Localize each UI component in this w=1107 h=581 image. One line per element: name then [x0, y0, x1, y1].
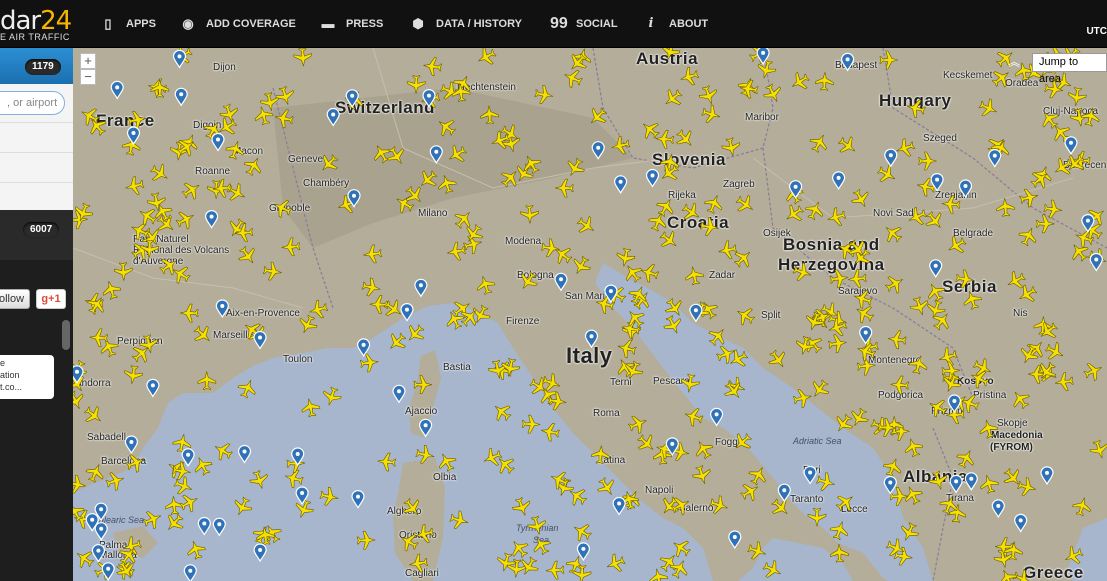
- country-label: France: [96, 111, 155, 130]
- info-box[interactable]: e ation t.co...: [0, 355, 54, 399]
- city-label: Maribor: [745, 112, 779, 123]
- city-label: Sarajevo: [838, 286, 878, 297]
- city-label: Napoli: [645, 485, 674, 496]
- nav-apps[interactable]: ▯ APPS: [100, 14, 156, 34]
- utc-clock: UTC: [1086, 26, 1107, 37]
- city-label: Milano: [418, 208, 448, 219]
- eye-icon: ◉: [182, 16, 194, 31]
- nav-social[interactable]: 99 SOCIAL: [550, 14, 618, 34]
- city-label: Zagreb: [723, 179, 755, 190]
- city-label: Ajaccio: [405, 406, 438, 417]
- info-line: t.co...: [0, 382, 23, 392]
- chevron-up-icon[interactable]: ︽: [1006, 54, 1022, 70]
- info-icon: i: [648, 16, 654, 31]
- city-label: Osijek: [763, 228, 791, 239]
- city-label: Sabadell: [87, 432, 126, 443]
- jump-to-area-button[interactable]: Jump to area: [1032, 53, 1107, 85]
- city-label: (FYROM): [990, 442, 1033, 453]
- nav-social-label: SOCIAL: [576, 18, 618, 30]
- city-label: Terni: [610, 377, 632, 388]
- city-label: Chambéry: [303, 178, 350, 189]
- city-label: Split: [761, 310, 781, 321]
- city-label: Firenze: [506, 316, 540, 327]
- flight-map[interactable]: France Switzerland Austria Hungary Slove…: [73, 48, 1107, 581]
- nav-about[interactable]: i ABOUT: [643, 14, 709, 34]
- city-label: Nis: [1013, 308, 1028, 319]
- total-panel: 6007: [0, 210, 73, 260]
- zoom-out-button[interactable]: −: [80, 69, 96, 85]
- list-item[interactable]: [0, 122, 73, 152]
- scrollbar[interactable]: [62, 320, 70, 350]
- flight-count-badge: 1179: [25, 59, 61, 75]
- city-label: Pristina: [973, 390, 1007, 401]
- country-label: Greece: [1023, 563, 1084, 581]
- zoom-in-button[interactable]: +: [80, 53, 96, 69]
- city-label: Belgrade: [953, 228, 994, 239]
- city-label: Szeged: [923, 133, 957, 144]
- total-count-badge: 6007: [23, 222, 60, 238]
- city-label: Roma: [593, 408, 620, 419]
- search-panel: , or airport: [0, 84, 73, 210]
- city-label: Roanne: [195, 166, 231, 177]
- info-line: e: [0, 358, 6, 368]
- top-navigation-bar: dar24 E AIR TRAFFIC ▯ APPS ◉ ADD COVERAG…: [0, 0, 1107, 48]
- city-label: Marseille: [213, 330, 254, 341]
- sidebar-header: 1179: [0, 48, 73, 84]
- city-label: Toulon: [283, 354, 313, 365]
- country-label: Italy: [566, 343, 613, 368]
- database-icon: ⬢: [412, 16, 424, 31]
- search-input[interactable]: , or airport: [0, 91, 65, 115]
- mobile-icon: ▯: [104, 16, 112, 31]
- city-label: Novi Sad: [873, 208, 914, 219]
- sea-label: Adriatic Sea: [793, 436, 842, 446]
- nav-about-label: ABOUT: [669, 18, 709, 30]
- city-label: Modena: [505, 236, 542, 247]
- city-label: Bastia: [443, 362, 471, 373]
- nav-data-history[interactable]: ⬢ DATA / HISTORY: [410, 14, 522, 34]
- city-label: Kecskemet: [943, 70, 993, 81]
- city-label: Oradea: [1005, 78, 1039, 89]
- follow-button[interactable]: ollow: [0, 289, 30, 309]
- nav-press-label: PRESS: [346, 18, 384, 30]
- city-label: Geneve: [288, 154, 324, 165]
- nav-data-history-label: DATA / HISTORY: [436, 18, 522, 30]
- city-label: Olbia: [433, 472, 457, 483]
- info-line: ation: [0, 370, 20, 380]
- city-label: Rijeka: [668, 190, 696, 201]
- city-label: Lecce: [841, 504, 868, 515]
- city-label: Macedonia: [991, 430, 1043, 441]
- city-label: Taranto: [790, 494, 824, 505]
- city-label: Budapest: [835, 60, 878, 71]
- country-label: Slovenia: [652, 150, 726, 169]
- city-label: Aix-en-Provence: [226, 308, 300, 319]
- google-plus-button[interactable]: g+1: [36, 289, 66, 309]
- city-label: Parc Naturel: [133, 234, 189, 245]
- quote-icon: 99: [550, 15, 568, 32]
- nav-add-coverage[interactable]: ◉ ADD COVERAGE: [180, 14, 296, 34]
- city-label: Latina: [598, 455, 626, 466]
- city-label: Zadar: [709, 270, 736, 281]
- city-label: Zrenjanin: [935, 190, 977, 201]
- nav-add-coverage-label: ADD COVERAGE: [206, 18, 296, 30]
- nav-press[interactable]: ▬ PRESS: [320, 14, 384, 34]
- sidebar: 1179 , or airport 6007 ollow g+1 e ation…: [0, 48, 73, 581]
- nav-apps-label: APPS: [126, 18, 156, 30]
- tagline: E AIR TRAFFIC: [0, 32, 70, 42]
- list-item[interactable]: [0, 182, 73, 212]
- city-label: Dijon: [213, 62, 236, 73]
- city-label: Skopje: [997, 418, 1028, 429]
- list-item[interactable]: [0, 152, 73, 182]
- speech-bubble-icon: ▬: [321, 16, 335, 31]
